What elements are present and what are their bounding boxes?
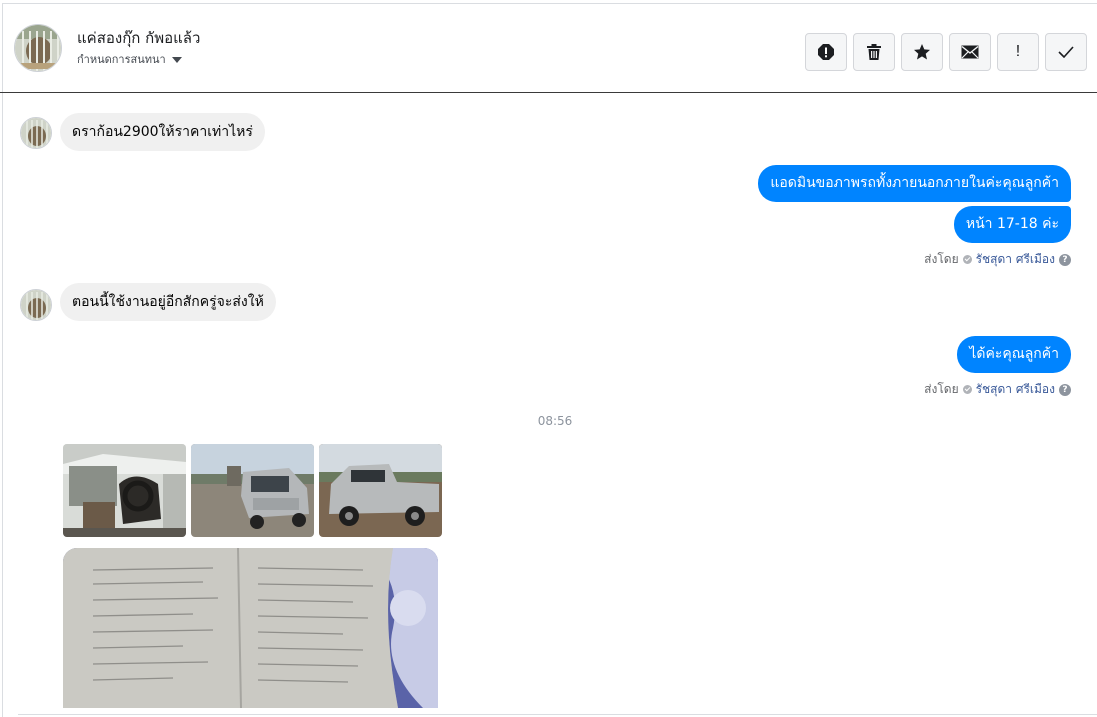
envelope-icon [961,45,979,59]
verified-icon [962,255,972,264]
conversation-header: แค่สองกุ๊ก กัพอแล้ว กำหนดการสนทนา ! [0,4,1097,93]
document-photo[interactable] [63,548,438,708]
agent-name-link[interactable]: รัชสุดา ศรีเมือง [976,250,1055,269]
help-icon[interactable]: ? [1059,383,1071,396]
outgoing-message[interactable]: แอดมินขอภาพรถทั้งภายนอกภายในค่ะคุณลูกค้า [758,165,1071,202]
contact-name[interactable]: แค่สองกุ๊ก กัพอแล้ว [77,26,200,50]
delete-button[interactable] [853,33,895,71]
message-thread[interactable]: ดราก้อน2900ให้ราคาเท่าไหร่ แอดมินขอภาพรถ… [0,93,1097,717]
car-side-photo[interactable] [319,444,442,537]
trash-icon [867,44,881,60]
sent-by-info: ส่งโดย รัชสุดา ศรีเมือง ? [924,380,1071,399]
message-timestamp: 08:56 [537,414,573,428]
follow-up-button[interactable]: ! [997,33,1039,71]
action-toolbar: ! [805,33,1087,71]
check-icon [1058,46,1074,58]
sent-by-label: ส่งโดย [924,382,959,396]
mark-spam-button[interactable] [805,33,847,71]
outgoing-message[interactable]: หน้า 17-18 ค่ะ [953,206,1071,243]
verified-icon [962,385,972,394]
star-button[interactable] [901,33,943,71]
sent-by-info: ส่งโดย รัชสุดา ศรีเมือง ? [924,250,1071,269]
alert-circle-icon [818,44,834,60]
incoming-message[interactable]: ตอนนี้ใช้งานอยู่อีกสักครู่จะส่งให้ [60,283,276,321]
mark-unread-button[interactable] [949,33,991,71]
contact-avatar-small[interactable] [20,289,52,321]
conversation-settings-label: กำหนดการสนทนา [77,53,166,66]
car-front-photo[interactable] [191,444,314,537]
help-icon[interactable]: ? [1059,253,1071,266]
outgoing-message[interactable]: ได้ค่ะคุณลูกค้า [957,336,1071,373]
contact-avatar[interactable] [14,24,62,72]
exclamation-icon: ! [1015,43,1021,60]
contact-avatar-small[interactable] [20,117,52,149]
incoming-message[interactable]: ดราก้อน2900ให้ราคาเท่าไหร่ [60,113,265,151]
mark-done-button[interactable] [1045,33,1087,71]
sent-by-label: ส่งโดย [924,252,959,266]
caret-down-icon [171,56,182,63]
car-interior-photo[interactable] [63,444,186,537]
star-icon [914,44,930,60]
conversation-settings-dropdown[interactable]: กำหนดการสนทนา [77,50,182,68]
agent-name-link[interactable]: รัชสุดา ศรีเมือง [976,380,1055,399]
